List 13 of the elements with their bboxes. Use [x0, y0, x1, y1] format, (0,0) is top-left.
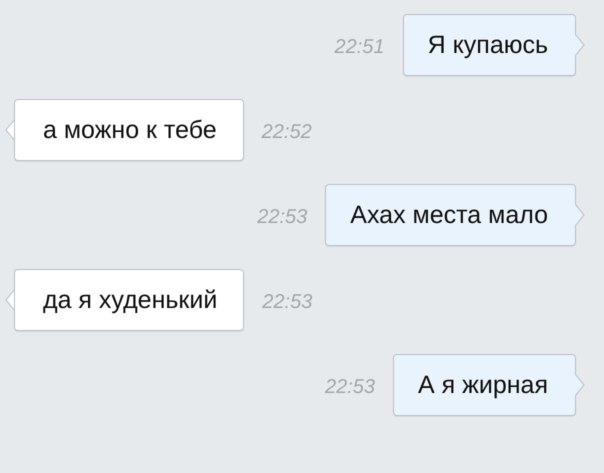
bubble-tail-icon [575, 204, 585, 226]
bubble-tail-icon [575, 34, 585, 56]
message-time: 22:51 [334, 34, 385, 58]
bubble-tail-icon [575, 374, 585, 396]
sent-message-bubble: А я жирная [393, 354, 576, 416]
message-time: 22:53 [262, 290, 312, 314]
message-time: 22:53 [324, 374, 376, 398]
received-message-bubble: а можно к тебе [14, 99, 244, 161]
sent-message-bubble: Я купаюсь [402, 14, 576, 76]
message-time: 22:53 [257, 204, 308, 228]
sent-message-bubble: Ахах места мало [325, 184, 576, 246]
received-message-bubble: да я худенький [14, 269, 244, 331]
message-time: 22:52 [262, 120, 312, 144]
